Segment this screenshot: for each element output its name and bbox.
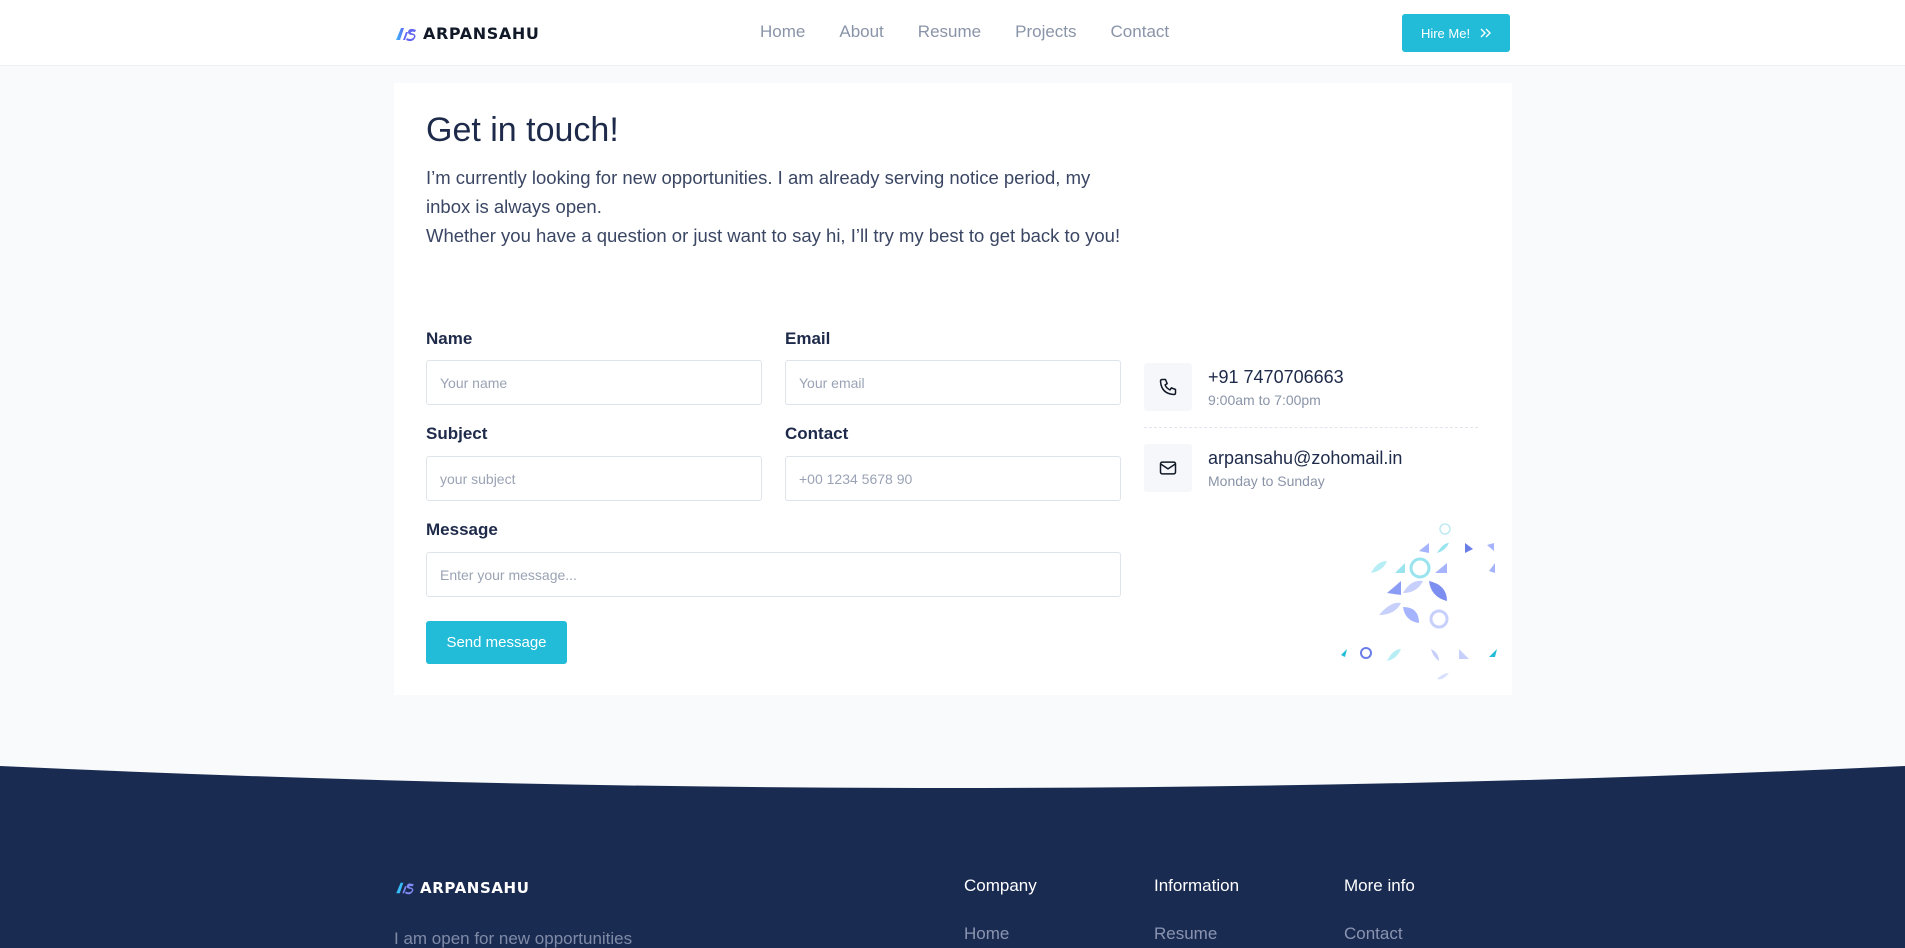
- footer-tagline: I am open for new opportunities: [394, 929, 633, 948]
- phone-number: +91 7470706663: [1208, 367, 1344, 387]
- nav-link-projects[interactable]: Projects: [1015, 22, 1076, 42]
- nav-link-contact[interactable]: Contact: [1111, 22, 1170, 42]
- brand-logo[interactable]: ARPANSAHU: [395, 24, 539, 43]
- name-field[interactable]: [426, 360, 762, 405]
- footer-brand-mark-icon: [396, 882, 414, 895]
- footer-column-title: More info: [1344, 876, 1415, 895]
- footer-column-title: Company: [964, 876, 1037, 895]
- nav-link-resume[interactable]: Resume: [918, 22, 981, 42]
- contact-divider: [1144, 427, 1478, 428]
- send-message-button[interactable]: Send message: [426, 621, 567, 664]
- contact-number-field[interactable]: [785, 456, 1121, 501]
- footer-link-contact[interactable]: Contact: [1344, 924, 1415, 944]
- contact-intro: I’m currently looking for new opportunit…: [426, 163, 1126, 250]
- nav-link-home[interactable]: Home: [760, 22, 805, 42]
- phone-icon: [1159, 378, 1177, 396]
- decorative-pattern-icon: [1341, 523, 1497, 680]
- brand-mark-icon: [396, 27, 416, 41]
- double-chevron-right-icon: [1480, 28, 1492, 38]
- hire-me-button[interactable]: Hire Me!: [1402, 14, 1510, 52]
- name-label: Name: [426, 329, 473, 348]
- email-label: Email: [785, 329, 831, 348]
- hire-me-label: Hire Me!: [1420, 25, 1471, 41]
- subject-label: Subject: [426, 424, 488, 443]
- nav-link-about[interactable]: About: [839, 22, 883, 42]
- message-label: Message: [426, 520, 498, 539]
- phone-info: +91 7470706663 9:00am to 7:00pm: [1144, 363, 1344, 411]
- brand-name: ARPANSAHU: [423, 24, 540, 43]
- intro-paragraph-2: Whether you have a question or just want…: [426, 225, 1121, 246]
- email-days: Monday to Sunday: [1208, 473, 1325, 489]
- footer-brand-logo[interactable]: ARPANSAHU: [395, 879, 530, 897]
- subject-field[interactable]: [426, 456, 762, 501]
- email-address[interactable]: arpansahu@zohomail.in: [1208, 448, 1402, 469]
- footer-column-information: Information Resume: [1154, 876, 1239, 944]
- email-field[interactable]: [785, 360, 1121, 405]
- message-field[interactable]: [426, 552, 1121, 597]
- mail-icon-box: [1144, 444, 1192, 492]
- footer: ARPANSAHU I am open for new opportunitie…: [0, 790, 1905, 948]
- contact-heading: Get in touch!: [426, 111, 619, 149]
- contact-label: Contact: [785, 424, 849, 443]
- navbar: ARPANSAHU Home About Resume Projects Con…: [0, 0, 1905, 66]
- main-nav: Home About Resume Projects Contact: [760, 22, 1203, 42]
- phone-hours: 9:00am to 7:00pm: [1208, 392, 1321, 408]
- footer-link-resume[interactable]: Resume: [1154, 924, 1239, 944]
- contact-card: Get in touch! I’m currently looking for …: [394, 83, 1512, 695]
- email-info: arpansahu@zohomail.in Monday to Sunday: [1144, 444, 1402, 492]
- phone-icon-box: [1144, 363, 1192, 411]
- footer-column-company: Company Home: [964, 876, 1037, 944]
- footer-column-title: Information: [1154, 876, 1240, 895]
- footer-link-home[interactable]: Home: [964, 924, 1037, 944]
- intro-paragraph-1: I’m currently looking for new opportunit…: [426, 167, 1091, 217]
- mail-icon: [1159, 461, 1177, 475]
- footer-column-more-info: More info Contact: [1344, 876, 1415, 944]
- footer-brand-name: ARPANSAHU: [420, 879, 530, 897]
